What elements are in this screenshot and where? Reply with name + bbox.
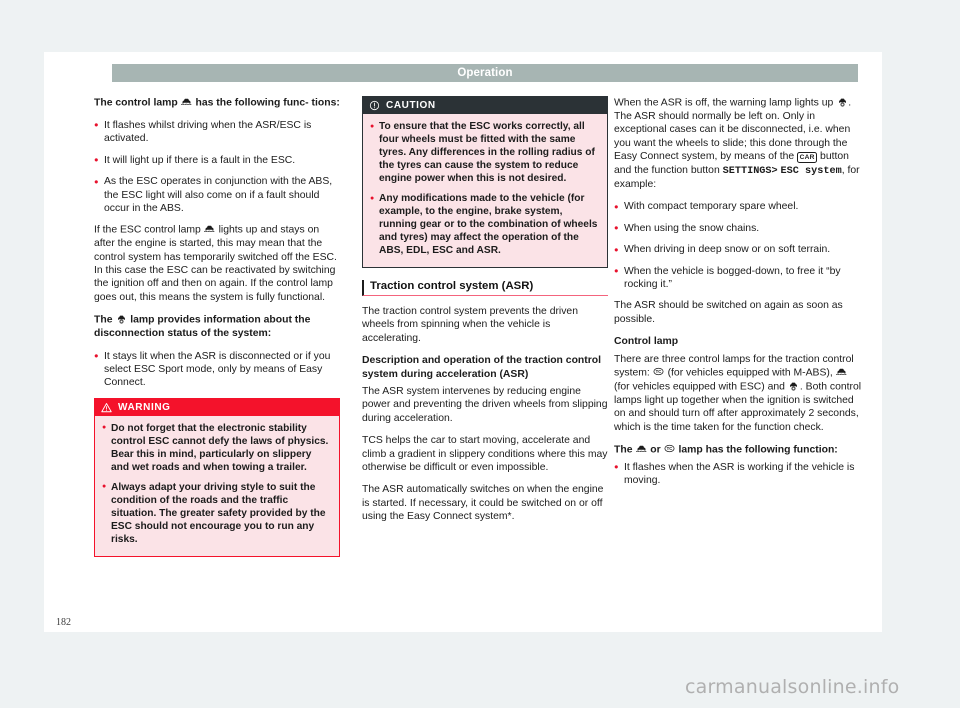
col1-heading-2: The lamp provides information about the … <box>94 313 340 340</box>
svg-text:TC: TC <box>656 369 662 374</box>
tc-control-lamp-icon: TC <box>664 443 675 454</box>
col3-paragraph-1: When the ASR is off, the warning lamp li… <box>614 96 866 191</box>
esc-control-lamp-icon <box>181 96 192 107</box>
esc-control-lamp-icon <box>636 443 647 454</box>
col1-heading-1-text-c: tions: <box>311 97 340 109</box>
caution-bullet-2: Any modifications made to the vehicle (f… <box>370 192 600 257</box>
page-title: Operation <box>457 67 513 79</box>
col3-paragraph-1-a: When the ASR is off, the warning lamp li… <box>614 97 834 109</box>
caution-box-body: To ensure that the ESC works correctly, … <box>363 114 607 267</box>
col1-heading-2-a: The <box>94 314 113 326</box>
exclamation-circle-icon <box>369 100 380 111</box>
col3-bullet-1: With compact temporary spare wheel. <box>614 200 866 214</box>
col1-heading-1: The control lamp has the following func-… <box>94 96 340 110</box>
col3-paragraph-3-b: (for vehicles equipped with M-ABS), <box>667 367 833 379</box>
text-column-3: When the ASR is off, the warning lamp li… <box>614 96 866 496</box>
col3-bullet-4: When the vehicle is bogged-down, to free… <box>614 264 866 292</box>
col2-paragraph-4: The ASR automatically switches on when t… <box>362 484 604 523</box>
col2-paragraph-3: TCS helps the car to start moving, accel… <box>362 435 608 474</box>
col1-paragraph-1-a: If the ESC control lamp <box>94 224 201 236</box>
col3-bullet-5: It flashes when the ASR is working if th… <box>614 460 866 488</box>
car-button-icon: CAR <box>797 151 818 164</box>
watermark-text: carmanualsonline.info <box>685 676 900 698</box>
col3-subheading-control-lamp: Control lamp <box>614 336 679 348</box>
col3-bullet-3: When driving in deep snow or on soft ter… <box>614 243 866 257</box>
col1-bullet-2: It will light up if there is a fault in … <box>94 153 340 167</box>
caution-box: CAUTION To ensure that the ESC works cor… <box>362 96 608 268</box>
caution-bullet-1: To ensure that the ESC works correctly, … <box>370 120 600 185</box>
col1-bullet-3: As the ESC operates in conjunction with … <box>94 175 340 215</box>
warning-box-header: WARNING <box>95 398 339 416</box>
tc-control-lamp-icon: TC <box>653 366 664 377</box>
col2-paragraph-2: The ASR system intervenes by reducing en… <box>362 386 608 424</box>
asr-control-lamp-icon <box>788 380 799 391</box>
esc-control-lamp-icon <box>836 366 847 377</box>
warning-bullet-1: Do not forget that the electronic stabil… <box>102 421 332 474</box>
col3-subheading-2: The or TC lamp has the following functio… <box>614 443 866 457</box>
col3-subheading-2-c: lamp has the following function: <box>678 444 838 456</box>
col3-subheading-2-a: The <box>614 444 633 456</box>
col1-bullet-1: It flashes whilst driving when the ASR/E… <box>94 118 340 146</box>
svg-text:TC: TC <box>667 446 673 451</box>
warning-box-body: Do not forget that the electronic stabil… <box>95 415 339 556</box>
col3-paragraph-2: The ASR should be switched on again as s… <box>614 300 843 325</box>
settings-menu-label: SETTINGS> <box>722 165 778 177</box>
warning-box-label: WARNING <box>118 401 171 413</box>
running-header-bar: Operation <box>112 64 858 82</box>
col1-paragraph-1-b: lights up and stays on after the engine … <box>94 224 337 303</box>
warning-box: WARNING Do not forget that the electroni… <box>94 397 340 557</box>
text-column-2: CAUTION To ensure that the ESC works cor… <box>362 96 608 533</box>
section-heading-traction-control: Traction control system (ASR) <box>362 280 608 296</box>
col2-paragraph-1: The traction control system prevents the… <box>362 306 578 344</box>
warning-triangle-icon <box>101 402 112 413</box>
col2-subheading-1: Description and operation of the tractio… <box>362 355 601 380</box>
page-number: 182 <box>56 617 71 628</box>
col1-bullet-4: It stays lit when the ASR is disconnecte… <box>94 349 340 390</box>
text-column-1: The control lamp has the following func-… <box>94 96 340 569</box>
col3-paragraph-3-c: (for vehicles equipped with ESC) and <box>614 381 785 393</box>
esc-system-menu-label: ESC system <box>780 165 842 177</box>
asr-control-lamp-icon <box>116 313 127 324</box>
esc-control-lamp-icon <box>204 223 215 234</box>
col1-heading-1-text-b: has the following func- <box>195 97 309 109</box>
col3-paragraph-3: There are three control lamps for the tr… <box>614 353 866 434</box>
col3-subheading-2-b: or <box>650 444 661 456</box>
col3-bullet-2: When using the snow chains. <box>614 221 866 235</box>
warning-bullet-2: Always adapt your driving style to suit … <box>102 480 332 546</box>
col1-heading-1-text-a: The control lamp <box>94 97 178 109</box>
caution-box-header: CAUTION <box>363 97 607 114</box>
col1-paragraph-1: If the ESC control lamp lights up and st… <box>94 223 340 304</box>
caution-box-label: CAUTION <box>386 100 436 111</box>
asr-control-lamp-icon <box>837 96 848 107</box>
